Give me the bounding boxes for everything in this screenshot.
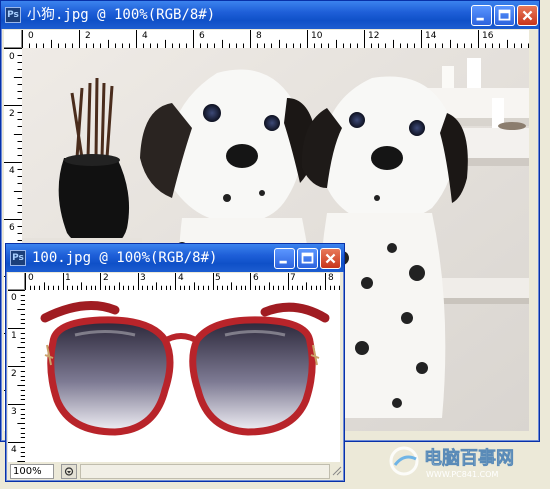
horizontal-scrollbar[interactable] (80, 464, 330, 479)
glasses-photo-canvas[interactable] (25, 290, 340, 462)
maximize-icon (498, 9, 511, 21)
close-button[interactable] (517, 5, 538, 26)
ruler-label: 1 (11, 331, 17, 341)
ruler-label: 2 (103, 273, 109, 283)
resize-grip (332, 466, 342, 476)
ruler-corner (8, 273, 25, 290)
main-title-bar[interactable]: Ps 小狗.jpg @ 100%(RGB/8#) (1, 1, 539, 29)
ruler-label: 5 (215, 273, 221, 283)
watermark-url: WWW.PC841.COM (426, 470, 498, 479)
horizontal-ruler[interactable]: 0 2 4 6 8 10 12 14 16 (22, 30, 529, 49)
ruler-label: 3 (11, 407, 17, 417)
ruler-label: 0 (9, 52, 15, 62)
minimize-button[interactable] (274, 248, 295, 269)
ruler-label: 6 (9, 223, 15, 233)
glasses-document-window[interactable]: Ps 100.jpg @ 100%(RGB/8#) 0 1 2 3 4 5 6 … (5, 243, 345, 482)
minimize-icon (279, 260, 287, 264)
minimize-button[interactable] (471, 5, 492, 26)
ruler-corner (4, 30, 22, 48)
photoshop-icon: Ps (5, 7, 21, 23)
status-menu-icon[interactable] (61, 464, 77, 479)
ruler-label: 3 (140, 273, 146, 283)
ruler-label: 2 (85, 31, 91, 41)
ruler-label: 8 (256, 31, 262, 41)
zoom-level[interactable]: 100% (10, 464, 54, 479)
close-button[interactable] (320, 248, 341, 269)
maximize-button[interactable] (494, 5, 515, 26)
main-window-title: 小狗.jpg @ 100%(RGB/8#) (27, 7, 216, 23)
glasses-window-title: 100.jpg @ 100%(RGB/8#) (32, 250, 218, 266)
sunglasses-photo (40, 301, 330, 436)
watermark-brand: 电脑百事网 (424, 447, 514, 469)
minimize-icon (476, 17, 484, 21)
ruler-label: 2 (9, 109, 15, 119)
ruler-ticks (22, 30, 529, 48)
ruler-label: 6 (199, 31, 205, 41)
ruler-label: 1 (65, 273, 71, 283)
close-icon (522, 10, 533, 21)
ruler-label: 14 (425, 31, 437, 41)
glasses-title-bar[interactable]: Ps 100.jpg @ 100%(RGB/8#) (6, 244, 344, 272)
resize-grip-icon[interactable] (330, 464, 342, 477)
ruler-label: 16 (482, 31, 494, 41)
ruler-label: 12 (368, 31, 380, 41)
ruler-label: 4 (11, 445, 17, 455)
maximize-icon (301, 252, 314, 264)
ruler-label: 0 (28, 273, 34, 283)
ruler-label: 0 (11, 293, 17, 303)
ruler-label: 6 (253, 273, 259, 283)
ruler-label: 4 (142, 31, 148, 41)
vertical-ruler[interactable]: 0 1 2 3 4 (8, 290, 26, 462)
ruler-label: 4 (178, 273, 184, 283)
ruler-label: 10 (311, 31, 323, 41)
horizontal-ruler[interactable]: 0 1 2 3 4 5 6 7 8 (25, 273, 340, 291)
status-bar: 100% (8, 463, 342, 479)
pc841-logo: 电脑百事网 WWW.PC841.COM (389, 446, 514, 479)
maximize-button[interactable] (297, 248, 318, 269)
ruler-label: 7 (290, 273, 296, 283)
ruler-label: 0 (28, 31, 34, 41)
pc841-watermark: 电脑百事网 WWW.PC841.COM (384, 441, 544, 481)
status-arrow-icon (64, 467, 74, 476)
ruler-label: 8 (328, 273, 334, 283)
photoshop-icon: Ps (10, 250, 26, 266)
close-icon (325, 253, 336, 264)
ruler-label: 2 (11, 369, 17, 379)
ruler-label: 4 (9, 166, 15, 176)
